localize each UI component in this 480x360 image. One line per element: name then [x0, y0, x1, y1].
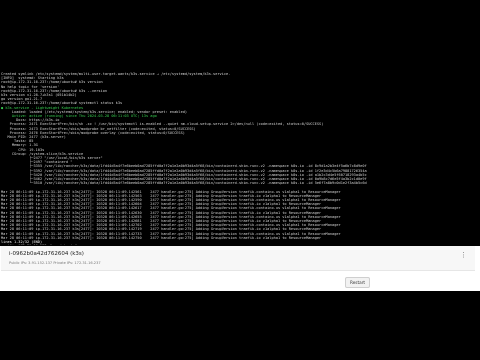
app-window: Created symlink /etc/systemd/system/mult…	[0, 0, 480, 360]
instance-summary[interactable]: i-0962b0a42d762604 (k3s) Public IPs: 3.9…	[1, 246, 475, 271]
terminal-output[interactable]: Created symlink /etc/systemd/system/mult…	[0, 71, 480, 245]
terminal-line: root@ip-172-31-16-237:/home/ubuntu#	[1, 244, 479, 245]
instance-id: i-0962b0a42d762604 (k3s)	[9, 251, 84, 257]
instance-info-panel: i-0962b0a42d762604 (k3s) Public IPs: 3.9…	[0, 246, 480, 291]
instance-ips: Public IPs: 3.91.152.137 Private IPs: 17…	[9, 261, 101, 265]
restart-button[interactable]: Restart	[345, 277, 370, 288]
more-icon[interactable]: ⋮	[460, 251, 467, 259]
